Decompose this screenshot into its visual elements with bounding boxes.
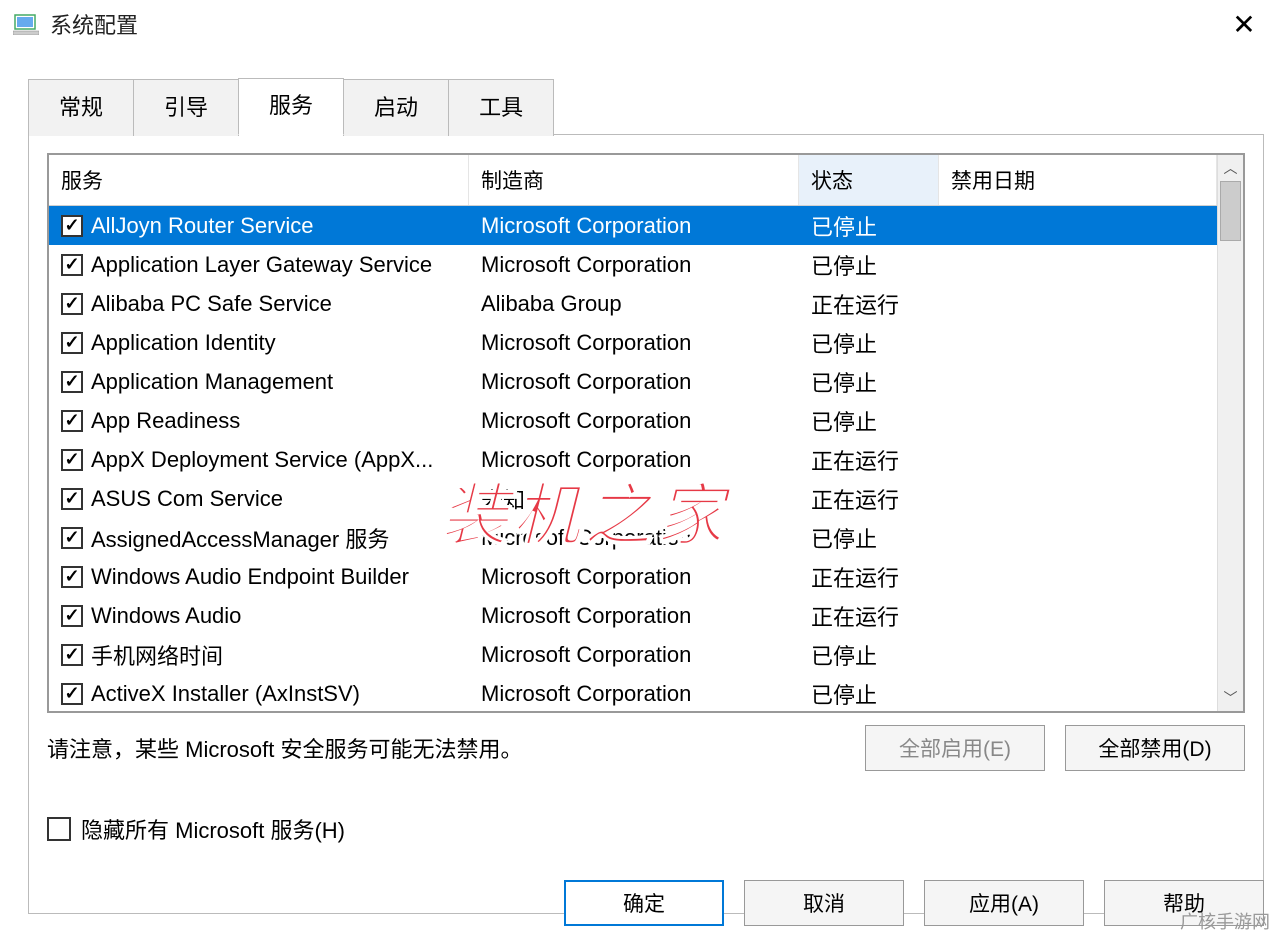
cancel-button[interactable]: 取消 (744, 880, 904, 926)
service-row[interactable]: AllJoyn Router Service Microsoft Corporat… (49, 206, 1217, 245)
service-row[interactable]: App Readiness Microsoft Corporation已停止 (49, 401, 1217, 440)
service-checkbox[interactable] (61, 449, 83, 471)
service-checkbox[interactable] (61, 410, 83, 432)
tab-1[interactable]: 引导 (133, 79, 239, 136)
service-name: Application Identity (91, 330, 276, 356)
tab-strip: 常规引导服务启动工具 (28, 78, 1280, 135)
msconfig-icon (12, 12, 40, 36)
window-title: 系统配置 (50, 8, 138, 40)
service-name: 手机网络时间 (91, 639, 223, 671)
header-service[interactable]: 服务 (49, 155, 469, 205)
service-manufacturer: 未知 (469, 483, 799, 515)
service-name: AssignedAccessManager 服务 (91, 522, 389, 554)
service-checkbox[interactable] (61, 527, 83, 549)
header-manufacturer[interactable]: 制造商 (469, 155, 799, 205)
column-headers: 服务 制造商 状态 禁用日期 (49, 155, 1217, 206)
tab-3[interactable]: 启动 (343, 79, 449, 136)
service-status: 正在运行 (799, 444, 939, 476)
service-status: 正在运行 (799, 483, 939, 515)
service-name: Application Layer Gateway Service (91, 252, 432, 278)
close-button[interactable]: ✕ (1220, 4, 1268, 44)
apply-button[interactable]: 应用(A) (924, 880, 1084, 926)
titlebar: 系统配置 ✕ (0, 0, 1280, 48)
service-name: Windows Audio Endpoint Builder (91, 564, 409, 590)
service-name: AppX Deployment Service (AppX... (91, 447, 433, 473)
service-row[interactable]: Windows Audio Microsoft Corporation正在运行 (49, 596, 1217, 635)
service-manufacturer: Alibaba Group (469, 291, 799, 317)
service-name: Application Management (91, 369, 333, 395)
service-name: AllJoyn Router Service (91, 213, 314, 239)
service-checkbox[interactable] (61, 254, 83, 276)
help-button[interactable]: 帮助 (1104, 880, 1264, 926)
services-panel: 服务 制造商 状态 禁用日期 AllJoyn Router Service Mic… (28, 134, 1264, 914)
service-rows: AllJoyn Router Service Microsoft Corporat… (49, 206, 1217, 711)
service-manufacturer: Microsoft Corporation (469, 603, 799, 629)
header-disabled-date[interactable]: 禁用日期 (939, 155, 1217, 205)
service-status: 已停止 (799, 210, 939, 242)
scroll-up-button[interactable]: ︿ (1218, 155, 1243, 181)
service-status: 已停止 (799, 366, 939, 398)
scrollbar[interactable]: ︿ ﹀ (1217, 155, 1243, 711)
service-checkbox[interactable] (61, 605, 83, 627)
service-row[interactable]: Windows Audio Endpoint Builder Microsoft … (49, 557, 1217, 596)
scroll-track[interactable] (1218, 181, 1243, 685)
service-row[interactable]: Application Layer Gateway Service Microso… (49, 245, 1217, 284)
scroll-thumb[interactable] (1220, 181, 1241, 241)
disable-all-button[interactable]: 全部禁用(D) (1065, 725, 1245, 771)
service-row[interactable]: ActiveX Installer (AxInstSV) Microsoft Co… (49, 674, 1217, 711)
service-name: ASUS Com Service (91, 486, 283, 512)
service-row[interactable]: 手机网络时间 Microsoft Corporation已停止 (49, 635, 1217, 674)
dialog-buttons: 确定 取消 应用(A) 帮助 (564, 880, 1264, 926)
service-manufacturer: Microsoft Corporation (469, 564, 799, 590)
service-manufacturer: Microsoft Corporation (469, 213, 799, 239)
service-manufacturer: Microsoft Corporation (469, 408, 799, 434)
service-status: 已停止 (799, 405, 939, 437)
service-manufacturer: Microsoft Corporation (469, 252, 799, 278)
service-manufacturer: Microsoft Corporation (469, 330, 799, 356)
service-checkbox[interactable] (61, 566, 83, 588)
service-checkbox[interactable] (61, 371, 83, 393)
tab-0[interactable]: 常规 (28, 79, 134, 136)
service-checkbox[interactable] (61, 644, 83, 666)
service-row[interactable]: AssignedAccessManager 服务 Microsoft Corpor… (49, 518, 1217, 557)
service-checkbox[interactable] (61, 293, 83, 315)
service-status: 正在运行 (799, 561, 939, 593)
tab-2[interactable]: 服务 (238, 78, 344, 135)
service-status: 已停止 (799, 249, 939, 281)
service-manufacturer: Microsoft Corporation (469, 369, 799, 395)
service-name: Alibaba PC Safe Service (91, 291, 332, 317)
service-status: 已停止 (799, 522, 939, 554)
services-listbox: 服务 制造商 状态 禁用日期 AllJoyn Router Service Mic… (47, 153, 1245, 713)
service-status: 已停止 (799, 639, 939, 671)
service-name: Windows Audio (91, 603, 241, 629)
service-status: 已停止 (799, 327, 939, 359)
service-status: 正在运行 (799, 288, 939, 320)
service-manufacturer: Microsoft Corporation (469, 447, 799, 473)
service-row[interactable]: Alibaba PC Safe Service Alibaba Group正在运行 (49, 284, 1217, 323)
service-status: 已停止 (799, 678, 939, 710)
service-name: App Readiness (91, 408, 240, 434)
service-row[interactable]: ASUS Com Service 未知正在运行 (49, 479, 1217, 518)
service-checkbox[interactable] (61, 488, 83, 510)
scroll-down-button[interactable]: ﹀ (1218, 685, 1243, 711)
service-row[interactable]: Application Identity Microsoft Corporatio… (49, 323, 1217, 362)
service-row[interactable]: Application Management Microsoft Corporat… (49, 362, 1217, 401)
tab-4[interactable]: 工具 (448, 79, 554, 136)
ok-button[interactable]: 确定 (564, 880, 724, 926)
enable-all-button[interactable]: 全部启用(E) (865, 725, 1045, 771)
service-checkbox[interactable] (61, 215, 83, 237)
service-status: 正在运行 (799, 600, 939, 632)
service-manufacturer: Microsoft Corporation (469, 642, 799, 668)
service-manufacturer: Microsoft Corporation (469, 525, 799, 551)
service-name: ActiveX Installer (AxInstSV) (91, 681, 360, 707)
security-note: 请注意，某些 Microsoft 安全服务可能无法禁用。 (47, 732, 845, 764)
hide-ms-label[interactable]: 隐藏所有 Microsoft 服务(H) (81, 813, 345, 845)
hide-ms-checkbox[interactable] (47, 817, 71, 841)
service-row[interactable]: AppX Deployment Service (AppX... Microsof… (49, 440, 1217, 479)
service-checkbox[interactable] (61, 683, 83, 705)
service-manufacturer: Microsoft Corporation (469, 681, 799, 707)
service-checkbox[interactable] (61, 332, 83, 354)
header-status[interactable]: 状态 (799, 155, 939, 205)
